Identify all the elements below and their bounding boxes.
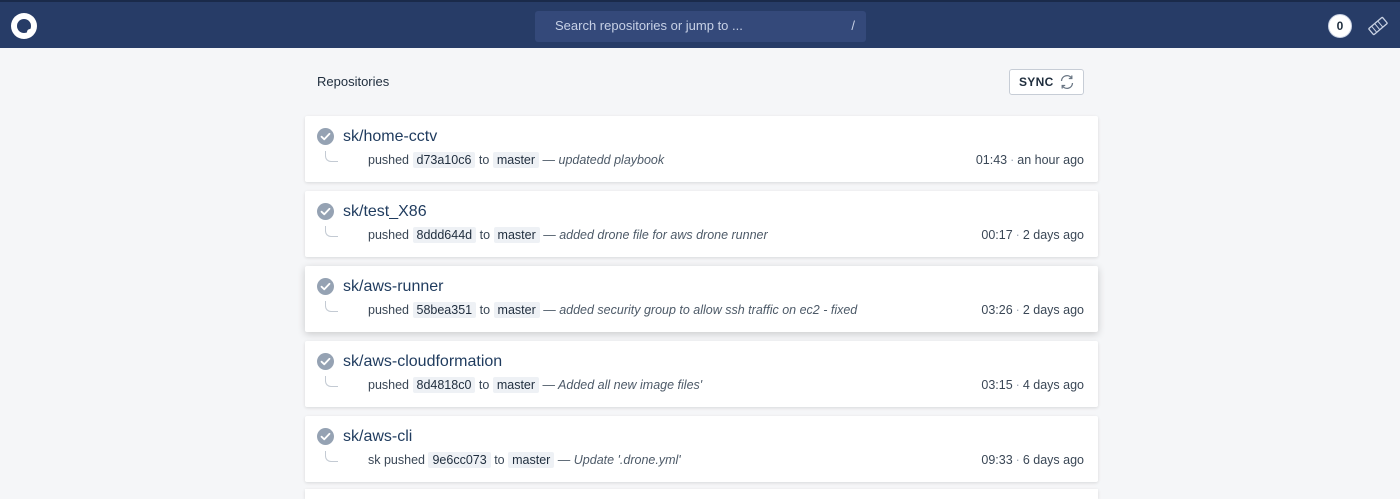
commit-connector [325,226,338,237]
build-timing: 00:17 · 2 days ago [981,228,1084,242]
check-circle-icon [317,203,334,220]
build-duration: 01:43 [975,153,1008,167]
sync-button[interactable]: SYNC [1009,69,1084,95]
repository-card[interactable]: sk/test_X86 pushed 8ddd644d to master — … [305,191,1098,257]
commit-to: to [478,153,490,167]
build-timing: 03:26 · 2 days ago [981,303,1084,317]
repository-card[interactable]: sk/aws-cloudformation pushed 8d4818c0 to… [305,341,1098,407]
drone-logo-icon[interactable] [11,13,37,39]
search-shortcut-key: / [851,18,855,33]
repository-card-partial [305,489,1098,499]
notification-count-badge[interactable]: 0 [1328,14,1352,38]
commit-action: pushed [368,378,410,392]
commit-message: — updatedd playbook [542,153,665,167]
search-input[interactable]: Search repositories or jump to ... / [535,11,866,42]
commit-to: to [479,228,491,242]
commit-to: to [478,378,490,392]
sync-button-label: SYNC [1019,75,1054,89]
build-timing: 01:43 · an hour ago [976,153,1084,167]
check-circle-icon [317,353,334,370]
separator-dot: · [1010,153,1015,167]
last-build-info: pushed 58bea351 to master — added securi… [368,302,858,318]
last-build-info: pushed d73a10c6 to master — updatedd pla… [368,152,665,168]
build-duration: 03:15 [981,378,1013,392]
last-build-info: sk pushed 9e6cc073 to master — Update '.… [368,452,681,468]
repository-name[interactable]: sk/test_X86 [343,203,427,221]
check-circle-icon [317,278,334,295]
commit-sha: d73a10c6 [412,152,476,168]
top-navigation-bar: Search repositories or jump to ... / 0 [0,0,1400,48]
commit-action: pushed [368,228,410,242]
commit-branch: master [493,227,540,243]
commit-branch: master [492,152,540,168]
commit-message: — added security group to allow ssh traf… [543,303,858,317]
build-time-ago: 2 days ago [1022,303,1084,317]
last-build-info: pushed 8d4818c0 to master — Added all ne… [368,377,703,393]
build-duration: 00:17 [981,228,1013,242]
repository-name[interactable]: sk/aws-cloudformation [343,353,502,371]
separator-dot: · [1015,303,1020,317]
repository-card[interactable]: sk/aws-cli sk pushed 9e6cc073 to master … [305,416,1098,482]
build-duration: 03:26 [981,303,1013,317]
commit-actor: sk [368,453,381,467]
commit-message: — Added all new image files' [542,378,703,392]
build-time-ago: 2 days ago [1022,228,1084,242]
build-duration: 09:33 [981,453,1013,467]
build-timing: 09:33 · 6 days ago [981,453,1084,467]
commit-connector [325,376,338,387]
user-avatar-icon[interactable] [1366,14,1390,38]
commit-branch: master [508,452,555,468]
commit-branch: master [493,302,540,318]
commit-connector [325,451,338,462]
build-timing: 03:15 · 4 days ago [981,378,1084,392]
separator-dot: · [1015,453,1020,467]
commit-sha: 9e6cc073 [428,452,491,468]
commit-action: pushed [368,153,410,167]
commit-sha: 8ddd644d [412,227,477,243]
page-title: Repositories [317,74,390,89]
commit-to: to [494,453,505,467]
search-placeholder: Search repositories or jump to ... [555,18,743,33]
repository-name[interactable]: sk/home-cctv [343,128,437,146]
repository-card[interactable]: sk/home-cctv pushed d73a10c6 to master —… [305,116,1098,182]
check-circle-icon [317,428,334,445]
build-time-ago: 4 days ago [1022,378,1084,392]
separator-dot: · [1015,228,1020,242]
refresh-icon [1058,73,1076,91]
commit-connector [325,151,338,162]
commit-action: pushed [383,453,425,467]
repository-name[interactable]: sk/aws-cli [343,428,412,446]
repository-card[interactable]: sk/aws-runner pushed 58bea351 to master … [305,266,1098,332]
commit-sha: 58bea351 [412,302,477,318]
commit-branch: master [492,377,540,393]
commit-sha: 8d4818c0 [412,377,476,393]
separator-dot: · [1015,378,1020,392]
commit-connector [325,301,338,312]
build-time-ago: 6 days ago [1022,453,1084,467]
commit-message: — added drone file for aws drone runner [543,228,768,242]
commit-action: pushed [368,303,410,317]
commit-message: — Update '.drone.yml' [557,453,681,467]
last-build-info: pushed 8ddd644d to master — added drone … [368,227,768,243]
repository-name[interactable]: sk/aws-runner [343,278,443,296]
commit-to: to [479,303,491,317]
check-circle-icon [317,128,334,145]
build-time-ago: an hour ago [1017,153,1084,167]
